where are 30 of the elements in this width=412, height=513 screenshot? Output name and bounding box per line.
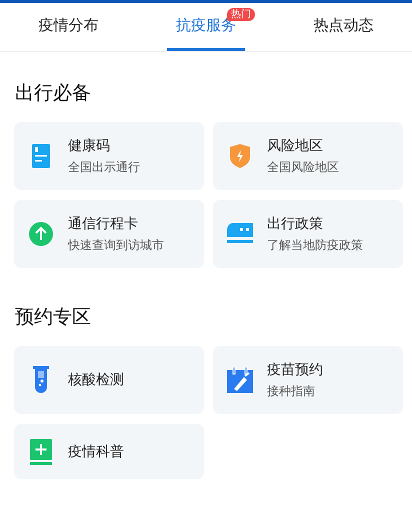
service-card[interactable]: 疫情科普 [14,424,204,479]
section-title: 预约专区 [15,305,92,330]
service-title: 出行政策 [267,215,324,234]
service-title: 健康码 [68,137,111,156]
test-tube-icon [33,366,49,394]
shield-icon [230,144,250,168]
service-subtitle: 全国风险地区 [267,159,339,176]
service-subtitle: 全国出示通行 [68,159,140,176]
service-card[interactable]: 通信行程卡 快速查询到访城市 [14,200,204,268]
service-title: 风险地区 [267,137,324,156]
service-card[interactable]: 出行政策 了解当地防疫政策 [213,200,403,268]
service-card[interactable]: 风险地区 全国风险地区 [213,122,403,190]
tab[interactable]: 热点动态 [275,3,412,51]
service-card[interactable]: 健康码 全国出示通行 [14,122,204,190]
service-title: 核酸检测 [68,371,124,390]
service-title: 疫苗预约 [267,361,323,380]
service-card[interactable]: 核酸检测 [14,346,204,414]
service-subtitle: 了解当地防疫政策 [267,237,363,254]
service-subtitle: 接种指南 [267,383,316,400]
service-card[interactable]: 疫苗预约 接种指南 [213,346,403,414]
medical-book-icon [30,438,52,464]
hot-badge: 热门 [227,8,256,21]
section-title: 出行必备 [15,81,92,106]
calendar-icon [227,367,253,393]
tab[interactable]: 疫情分布 [0,3,137,51]
service-title: 通信行程卡 [68,215,139,234]
service-title: 疫情科普 [68,442,124,462]
train-icon [227,223,253,245]
service-subtitle: 快速查询到访城市 [68,237,164,254]
id-card-icon [32,144,50,168]
